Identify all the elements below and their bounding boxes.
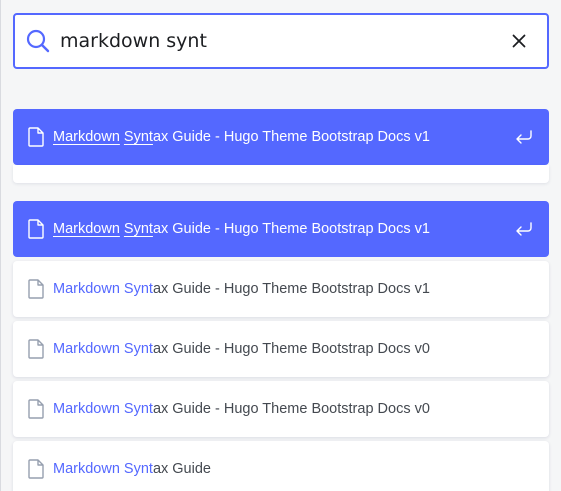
search-bar[interactable] [13, 13, 549, 69]
clear-search-button[interactable] [503, 25, 535, 57]
document-icon [26, 459, 46, 479]
close-icon [512, 34, 526, 48]
enter-icon [513, 126, 535, 148]
document-icon [26, 279, 46, 299]
search-hit[interactable]: Markdown Syntax Guide - Hugo Theme Boots… [13, 381, 549, 437]
search-input[interactable] [60, 15, 503, 67]
search-icon [26, 29, 50, 53]
hit-title: Markdown Syntax Guide - Hugo Theme Boots… [53, 221, 430, 237]
document-icon [26, 399, 46, 419]
enter-icon [513, 218, 535, 240]
search-hit[interactable]: Markdown Syntax Guide - Hugo Theme Boots… [13, 109, 549, 165]
document-icon [26, 339, 46, 359]
document-icon [26, 219, 46, 239]
hit-title: Markdown Syntax Guide - Hugo Theme Boots… [53, 401, 430, 417]
hit-title: Markdown Syntax Guide - Hugo Theme Boots… [53, 129, 430, 145]
hit-divider [13, 165, 549, 183]
hit-title: Markdown Syntax Guide - Hugo Theme Boots… [53, 341, 430, 357]
search-hit[interactable]: Markdown Syntax Guide - Hugo Theme Boots… [13, 201, 549, 257]
search-hit[interactable]: Markdown Syntax Guide - Hugo Theme Boots… [13, 321, 549, 377]
search-modal: Markdown Syntax Guide - Hugo Theme Boots… [0, 0, 561, 491]
search-hit[interactable]: Markdown Syntax Guide [13, 441, 549, 491]
hit-title: Markdown Syntax Guide [53, 461, 211, 477]
document-icon [26, 127, 46, 147]
hit-title: Markdown Syntax Guide - Hugo Theme Boots… [53, 281, 430, 297]
search-hit[interactable]: Markdown Syntax Guide - Hugo Theme Boots… [13, 261, 549, 317]
